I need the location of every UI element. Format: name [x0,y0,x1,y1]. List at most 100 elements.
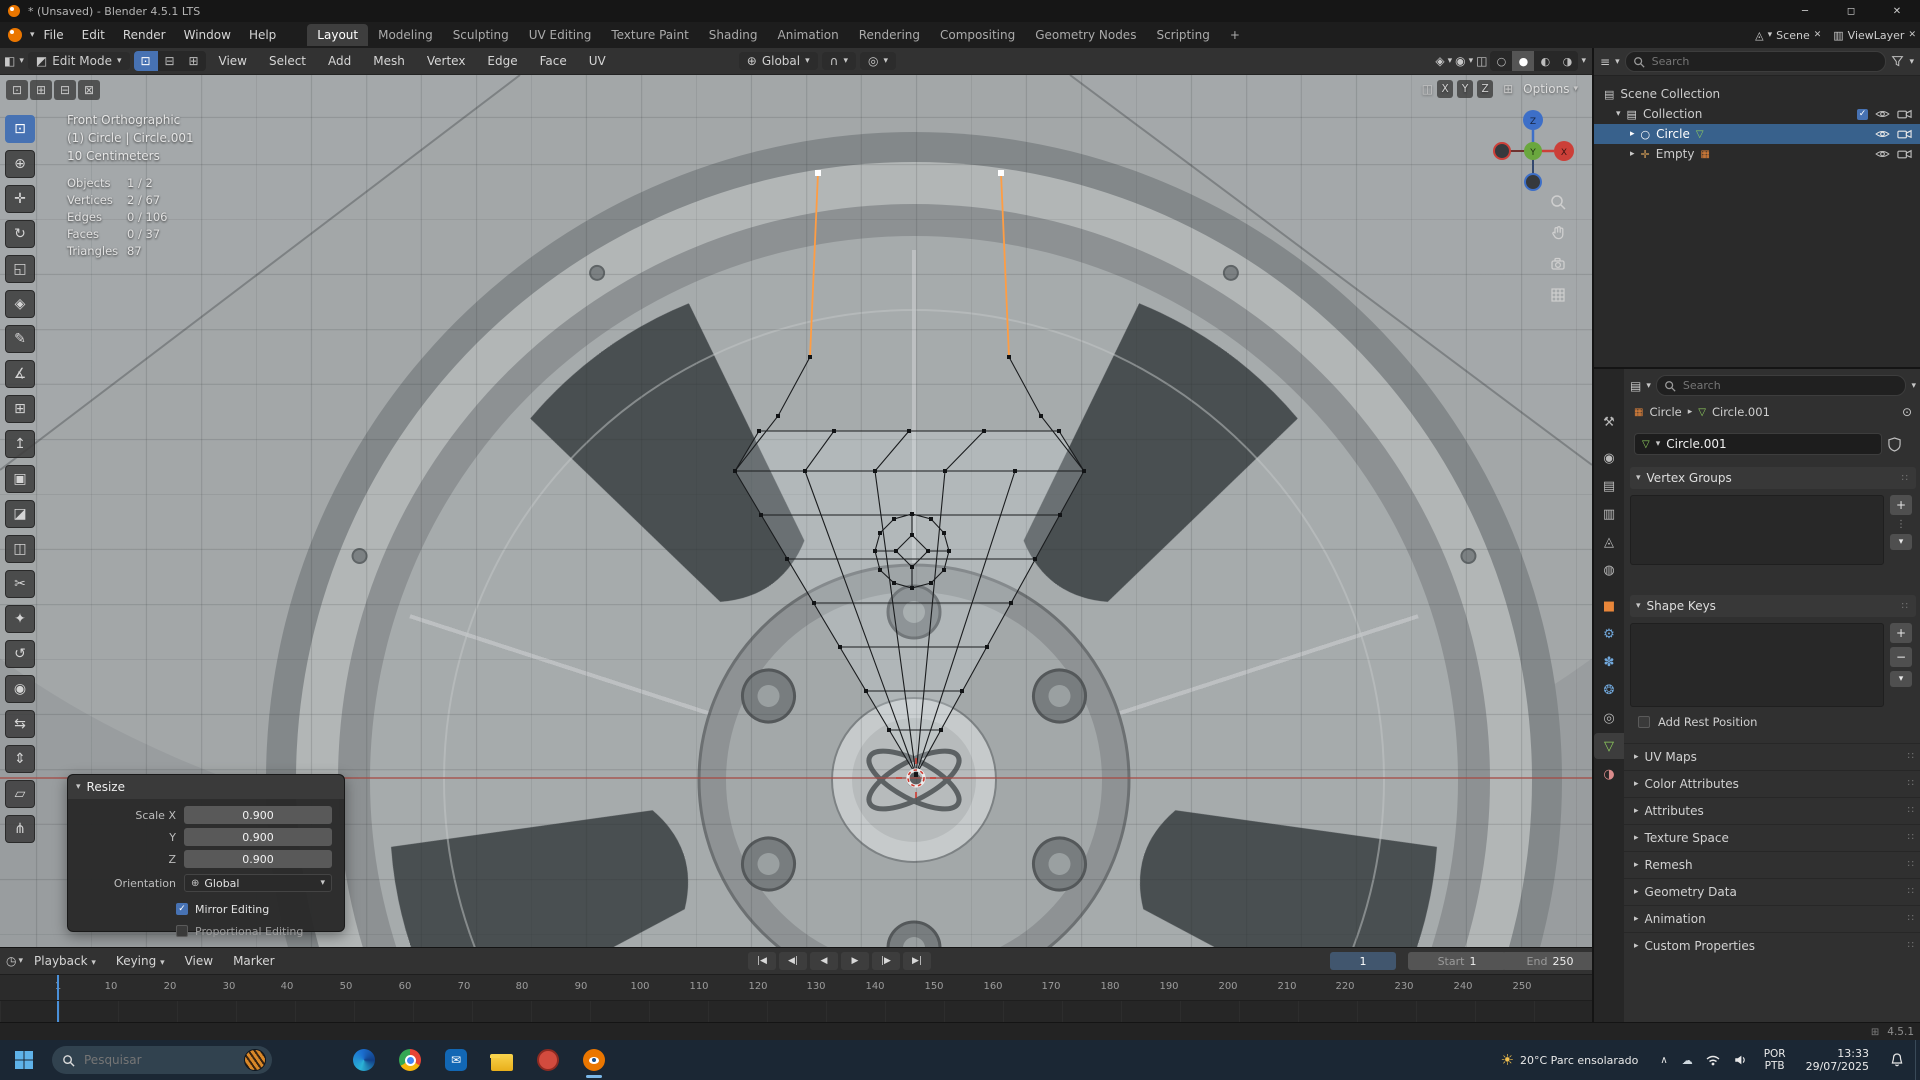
datablock-name-field[interactable]: ▽ ▾ Circle.001 [1634,433,1882,455]
zoom-icon[interactable] [1549,193,1567,211]
panel-collapse-icon[interactable]: ▾ [76,782,81,792]
datablock-name-value[interactable]: Circle.001 [1666,437,1726,451]
select-intersect-icon[interactable]: ⊠ [78,80,100,100]
proportional-editing-checkbox[interactable] [176,925,188,937]
blender-menu-chevron-icon[interactable]: ▾ [30,30,35,40]
menu-vertex[interactable]: Vertex [418,51,475,71]
editor-type-properties-icon[interactable]: ▤ [1630,379,1641,393]
filter-icon[interactable] [1891,55,1904,68]
tab-geometry-nodes[interactable]: Geometry Nodes [1025,24,1146,46]
tool-transform[interactable]: ◈ [5,290,35,318]
mirror-editing-checkbox[interactable]: ✓ [176,903,188,915]
menu-window[interactable]: Window [175,25,240,45]
app-icon-outlook[interactable]: ✉ [444,1048,468,1072]
shading-chevron-icon[interactable]: ▾ [1581,56,1586,66]
mirror-y-button[interactable]: Y [1457,80,1473,98]
scene-icon[interactable]: ◬ [1755,29,1763,42]
viewlayer-icon[interactable]: ▥ [1833,29,1843,42]
tab-uv-editing[interactable]: UV Editing [519,24,602,46]
tool-extrude-region[interactable]: ↥ [5,430,35,458]
tool-inset-faces[interactable]: ▣ [5,465,35,493]
mirror-icon[interactable]: ◫ [1422,82,1433,96]
disable-render-camera-icon[interactable] [1897,109,1912,119]
jump-to-end-button[interactable]: ▶| [903,952,931,970]
show-desktop-button[interactable] [1915,1040,1920,1080]
scale-z-field[interactable]: 0.900 [184,850,332,868]
taskbar-search[interactable] [52,1046,272,1074]
minimize-button[interactable]: ─ [1782,0,1828,22]
tool-rotate[interactable]: ↻ [5,220,35,248]
tab-animation[interactable]: Animation [768,24,849,46]
outliner-filter-chevron-icon[interactable]: ▾ [1909,57,1914,67]
options-dropdown[interactable]: Options [1523,82,1569,96]
prev-keyframe-button[interactable]: ◀| [779,952,807,970]
tab-rendering[interactable]: Rendering [849,24,930,46]
tab-render[interactable]: ◉ [1594,445,1624,471]
tool-shrink-fatten[interactable]: ⇕ [5,745,35,773]
hide-viewport-eye-icon[interactable] [1875,149,1890,159]
menu-mesh[interactable]: Mesh [364,51,414,71]
proportional-editing-dropdown[interactable]: ◎ ▾ [860,52,896,70]
tab-physics[interactable]: ❂ [1594,677,1624,703]
tab-texture-paint[interactable]: Texture Paint [601,24,698,46]
options-chevron-icon[interactable]: ▾ [1573,84,1578,94]
timeline-editor-chevron-icon[interactable]: ▾ [18,956,23,966]
app-icon-edge[interactable] [352,1048,376,1072]
shape-keys-specials-button[interactable]: ▾ [1890,671,1912,687]
outliner-search[interactable] [1625,51,1887,72]
menu-marker[interactable]: Marker [224,951,283,971]
datablock-browse-chevron-icon[interactable]: ▾ [1656,439,1661,449]
tab-modifiers[interactable]: ⚙ [1594,621,1624,647]
language-indicator[interactable]: POR PTB [1764,1048,1786,1072]
section-uv-maps[interactable]: ▸UV Maps∷ [1624,743,1920,769]
scale-y-field[interactable]: 0.900 [184,828,332,846]
notifications-bell-icon[interactable] [1889,1052,1905,1068]
onedrive-cloud-icon[interactable]: ☁ [1682,1054,1693,1067]
tab-compositing[interactable]: Compositing [930,24,1025,46]
select-subtract-icon[interactable]: ⊟ [54,80,76,100]
face-select-button[interactable]: ⊞ [182,51,206,71]
menu-edge[interactable]: Edge [478,51,526,71]
menu-view[interactable]: View [210,51,256,71]
menu-face[interactable]: Face [531,51,576,71]
add-shape-key-button[interactable]: + [1890,623,1912,643]
app-icon-blender[interactable] [582,1048,606,1072]
blender-menu-icon[interactable] [8,28,22,42]
app-icon-file-explorer[interactable] [490,1048,514,1072]
outliner-row-circle[interactable]: ▸ ○ Circle ▽ [1594,124,1920,144]
vertex-groups-specials-button[interactable]: ▾ [1890,534,1912,550]
tab-shading[interactable]: Shading [699,24,768,46]
tool-move[interactable]: ✛ [5,185,35,213]
tab-sculpting[interactable]: Sculpting [443,24,519,46]
outliner-row-collection[interactable]: ▾ ▤ Collection ✓ [1594,104,1920,124]
tool-bevel[interactable]: ◪ [5,500,35,528]
add-workspace-button[interactable]: + [1220,24,1250,46]
tool-scale[interactable]: ◱ [5,255,35,283]
menu-file[interactable]: File [35,25,73,45]
disable-render-camera-icon[interactable] [1897,149,1912,159]
overlays-icon[interactable]: ◉ [1455,54,1465,68]
tab-tool[interactable]: ⚒ [1594,409,1624,435]
snap-dropdown[interactable]: ∩ ▾ [822,52,856,70]
pan-hand-icon[interactable] [1549,224,1567,242]
menu-edit[interactable]: Edit [73,25,114,45]
app-icon-chrome[interactable] [398,1048,422,1072]
outliner-row-scene-collection[interactable]: ▤ Scene Collection [1594,84,1920,104]
resize-panel-header[interactable]: ▾ Resize [68,775,344,799]
frame-end-field[interactable]: End250 [1502,952,1598,970]
menu-playback[interactable]: Playback ▾ [25,951,105,971]
tool-knife[interactable]: ✂ [5,570,35,598]
viewlayer-unlink-icon[interactable]: ✕ [1908,30,1916,40]
disable-render-camera-icon[interactable] [1897,129,1912,139]
tab-world[interactable]: ◍ [1594,557,1624,583]
section-attributes[interactable]: ▸Attributes∷ [1624,797,1920,823]
shading-material-button[interactable]: ◐ [1534,51,1556,71]
camera-view-icon[interactable] [1549,255,1567,273]
orientation-dropdown[interactable]: ⊕ Global ▾ [739,52,818,70]
editor-type-timeline-icon[interactable]: ◷ [6,954,16,968]
tool-poly-build[interactable]: ✦ [5,605,35,633]
tab-output[interactable]: ▤ [1594,473,1624,499]
scale-x-field[interactable]: 0.900 [184,806,332,824]
orientation-select[interactable]: ⊕ Global ▾ [184,874,332,892]
taskbar-clock[interactable]: 13:33 29/07/2025 [1806,1047,1869,1073]
